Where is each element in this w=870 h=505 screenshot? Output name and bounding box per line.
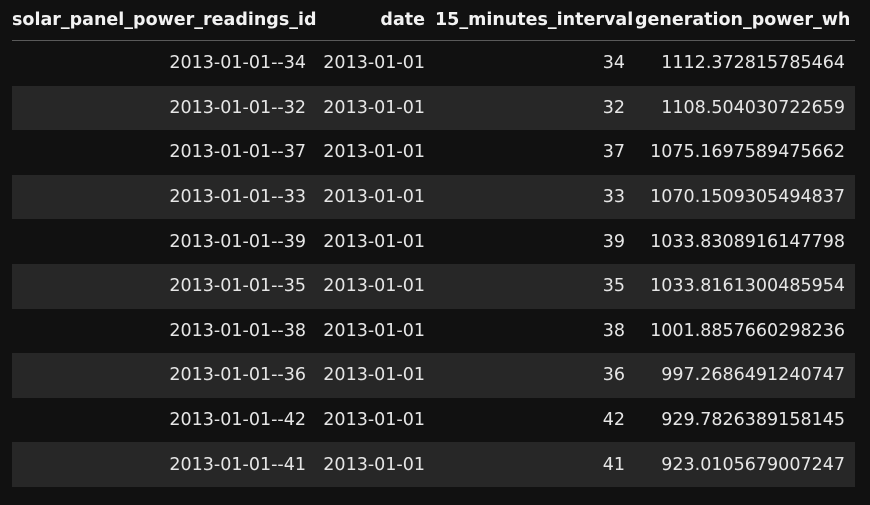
- cell-date: 2013-01-01: [323, 53, 425, 74]
- cell-interval: 34: [602, 53, 625, 74]
- cell-power: 929.7826389158145: [661, 410, 845, 431]
- cell-id: 2013-01-01--38: [169, 320, 306, 341]
- cell-date: 2013-01-01: [323, 231, 425, 252]
- cell-power: 923.0105679007247: [635, 442, 855, 487]
- cell-power: 1070.1509305494837: [635, 174, 855, 220]
- table-row: 2013-01-01--39 2013-01-01 39 1033.830891…: [12, 219, 855, 264]
- column-header-interval: 15_minutes_interval: [435, 0, 635, 41]
- table-body: 2013-01-01--34 2013-01-01 34 1112.372815…: [12, 41, 855, 487]
- cell-power: 1001.8857660298236: [650, 320, 845, 341]
- table-row: 2013-01-01--41 2013-01-01 41 923.0105679…: [12, 442, 855, 487]
- cell-date: 2013-01-01: [323, 142, 425, 163]
- cell-id: 2013-01-01--37: [169, 142, 306, 163]
- cell-id: 2013-01-01--32: [12, 85, 316, 131]
- cell-id: 2013-01-01--33: [12, 174, 316, 220]
- column-header-power: generation_power_wh: [635, 0, 855, 41]
- cell-interval: 32: [435, 85, 635, 131]
- header-row: solar_panel_power_readings_id date 15_mi…: [12, 0, 855, 41]
- cell-date: 2013-01-01: [323, 410, 425, 431]
- cell-interval: 41: [435, 442, 635, 487]
- table-row: 2013-01-01--38 2013-01-01 38 1001.885766…: [12, 309, 855, 354]
- cell-id: 2013-01-01--35: [12, 263, 316, 309]
- cell-id: 2013-01-01--42: [169, 410, 306, 431]
- table-row: 2013-01-01--37 2013-01-01 37 1075.169758…: [12, 130, 855, 175]
- cell-power: 1033.8308916147798: [650, 231, 845, 252]
- dataframe-output: solar_panel_power_readings_id date 15_mi…: [12, 0, 855, 487]
- table-row: 2013-01-01--35 2013-01-01 35 1033.816130…: [12, 263, 855, 309]
- cell-id: 2013-01-01--34: [169, 53, 306, 74]
- cell-interval: 37: [602, 142, 625, 163]
- cell-date: 2013-01-01: [316, 442, 435, 487]
- column-header-date: date: [316, 0, 435, 41]
- cell-id: 2013-01-01--41: [12, 442, 316, 487]
- cell-interval: 42: [602, 410, 625, 431]
- cell-id: 2013-01-01--36: [12, 353, 316, 398]
- table-row: 2013-01-01--34 2013-01-01 34 1112.372815…: [12, 41, 855, 86]
- table-row: 2013-01-01--33 2013-01-01 33 1070.150930…: [12, 174, 855, 220]
- table-row: 2013-01-01--36 2013-01-01 36 997.2686491…: [12, 353, 855, 398]
- cell-interval: 33: [435, 174, 635, 220]
- table-header: solar_panel_power_readings_id date 15_mi…: [12, 0, 855, 41]
- cell-date: 2013-01-01: [316, 174, 435, 220]
- cell-interval: 39: [602, 231, 625, 252]
- data-table: solar_panel_power_readings_id date 15_mi…: [12, 0, 855, 487]
- cell-date: 2013-01-01: [316, 353, 435, 398]
- cell-power: 997.2686491240747: [635, 353, 855, 398]
- cell-interval: 36: [435, 353, 635, 398]
- cell-power: 1075.1697589475662: [650, 142, 845, 163]
- column-header-id: solar_panel_power_readings_id: [12, 0, 316, 41]
- cell-power: 1108.504030722659: [635, 85, 855, 131]
- cell-interval: 38: [602, 320, 625, 341]
- table-row: 2013-01-01--42 2013-01-01 42 929.7826389…: [12, 398, 855, 443]
- cell-power: 1033.8161300485954: [635, 263, 855, 309]
- cell-date: 2013-01-01: [316, 263, 435, 309]
- cell-date: 2013-01-01: [323, 320, 425, 341]
- cell-power: 1112.372815785464: [661, 53, 845, 74]
- cell-id: 2013-01-01--39: [169, 231, 306, 252]
- cell-date: 2013-01-01: [316, 85, 435, 131]
- table-row: 2013-01-01--32 2013-01-01 32 1108.504030…: [12, 85, 855, 131]
- cell-interval: 35: [435, 263, 635, 309]
